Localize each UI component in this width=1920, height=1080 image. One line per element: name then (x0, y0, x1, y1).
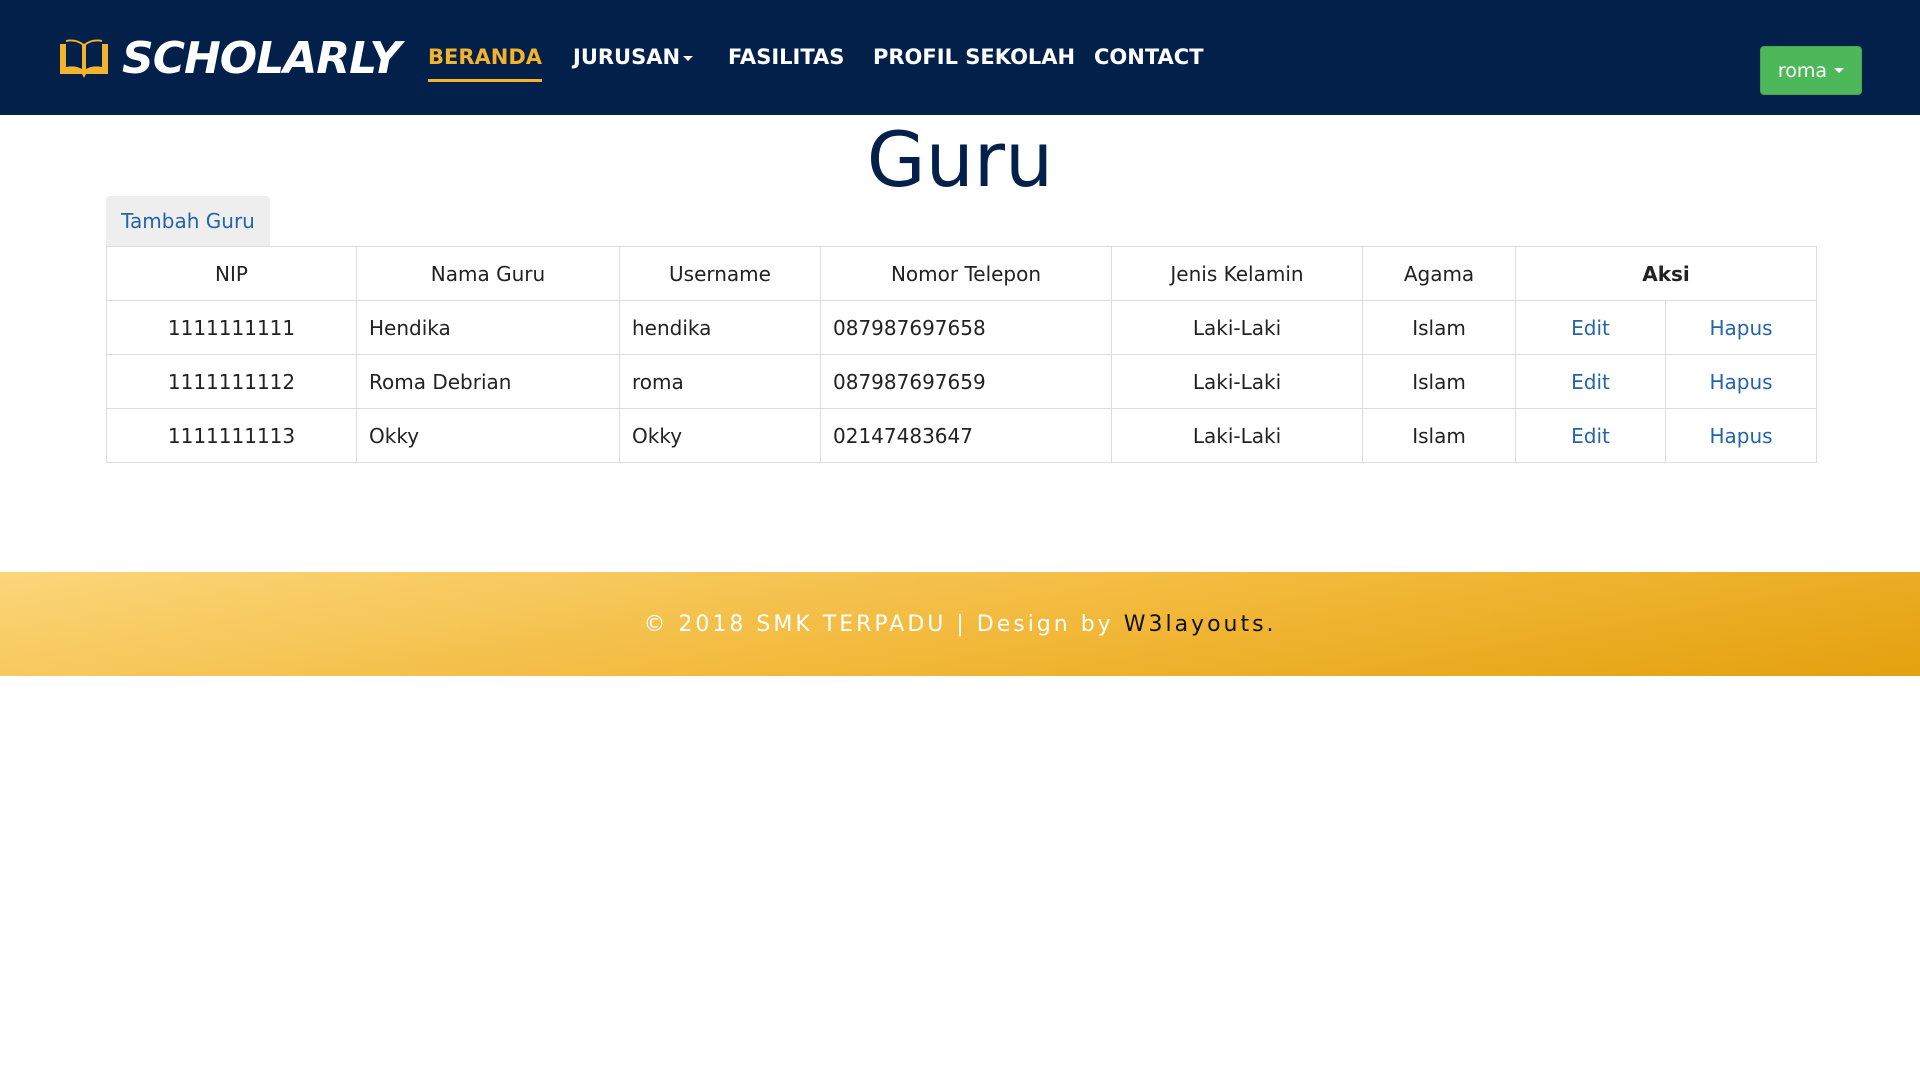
cell-jenis-kelamin: Laki-Laki (1111, 408, 1363, 463)
header-nama-guru: Nama Guru (356, 246, 620, 301)
header-nomor-telepon: Nomor Telepon (820, 246, 1112, 301)
cell-username: Okky (619, 408, 821, 463)
top-navbar: SCHOLARLY BERANDA JURUSAN FASILITAS PROF… (0, 0, 1920, 115)
nav-fasilitas-label: FASILITAS (728, 45, 845, 69)
table-header-row: NIP Nama Guru Username Nomor Telepon Jen… (106, 246, 1818, 301)
table-row: 1111111113 Okky Okky 02147483647 Laki-La… (106, 408, 1818, 463)
edit-link[interactable]: Edit (1571, 316, 1610, 340)
user-menu-button[interactable]: roma (1760, 46, 1862, 95)
cell-username: roma (619, 354, 821, 409)
nav-jurusan-label: JURUSAN (573, 45, 681, 69)
cell-username: hendika (619, 300, 821, 355)
table-row: 1111111112 Roma Debrian roma 08798769765… (106, 354, 1818, 409)
page-title: Guru (866, 115, 1054, 204)
brand-name: SCHOLARLY (122, 33, 401, 84)
open-book-icon (60, 39, 108, 78)
cell-jenis-kelamin: Laki-Laki (1111, 354, 1363, 409)
table-row: 1111111111 Hendika hendika 087987697658 … (106, 300, 1818, 355)
cell-agama: Islam (1362, 408, 1516, 463)
header-jenis-kelamin: Jenis Kelamin (1111, 246, 1363, 301)
brand-logo[interactable]: SCHOLARLY (56, 33, 401, 84)
nav-contact[interactable]: CONTACT (1094, 42, 1204, 72)
cell-nama: Hendika (356, 300, 620, 355)
cell-nip: 1111111112 (106, 354, 357, 409)
chevron-down-icon (683, 55, 694, 61)
cell-nama: Okky (356, 408, 620, 463)
edit-link[interactable]: Edit (1571, 424, 1610, 448)
nav-beranda[interactable]: BERANDA (428, 42, 543, 82)
cell-agama: Islam (1362, 354, 1516, 409)
delete-link[interactable]: Hapus (1709, 316, 1772, 340)
cell-edit: Edit (1515, 300, 1666, 355)
delete-link[interactable]: Hapus (1709, 424, 1772, 448)
cell-jenis-kelamin: Laki-Laki (1111, 300, 1363, 355)
cell-hapus: Hapus (1664, 354, 1818, 409)
nav-profil-sekolah[interactable]: PROFIL SEKOLAH (873, 42, 1075, 72)
header-username: Username (619, 246, 821, 301)
cell-edit: Edit (1515, 408, 1666, 463)
nav-fasilitas[interactable]: FASILITAS (728, 42, 844, 72)
header-aksi: Aksi (1514, 246, 1818, 301)
nav-contact-label: CONTACT (1094, 45, 1204, 69)
nav-profil-label: PROFIL SEKOLAH (873, 45, 1076, 69)
cell-hapus: Hapus (1664, 300, 1818, 355)
teacher-table: NIP Nama Guru Username Nomor Telepon Jen… (106, 246, 1818, 463)
cell-telepon: 087987697658 (820, 300, 1112, 355)
site-footer: © 2018 SMK TERPADU | Design by W3layouts… (0, 572, 1920, 676)
cell-agama: Islam (1362, 300, 1516, 355)
footer-copyright: © 2018 SMK TERPADU | Design by (643, 611, 1114, 637)
active-underline (428, 79, 543, 82)
user-name: roma (1777, 59, 1828, 82)
edit-link[interactable]: Edit (1571, 370, 1610, 394)
cell-nama: Roma Debrian (356, 354, 620, 409)
cell-telepon: 087987697659 (820, 354, 1112, 409)
cell-nip: 1111111111 (106, 300, 357, 355)
cell-nip: 1111111113 (106, 408, 357, 463)
cell-telepon: 02147483647 (820, 408, 1112, 463)
delete-link[interactable]: Hapus (1709, 370, 1772, 394)
nav-beranda-label: BERANDA (428, 45, 543, 69)
nav-jurusan-dropdown[interactable]: JURUSAN (573, 42, 694, 72)
caret-down-icon (1834, 68, 1845, 73)
cell-hapus: Hapus (1664, 408, 1818, 463)
cell-edit: Edit (1515, 354, 1666, 409)
header-agama: Agama (1362, 246, 1516, 301)
header-nip: NIP (106, 246, 357, 301)
add-teacher-button[interactable]: Tambah Guru (106, 196, 270, 246)
footer-credit-link[interactable]: W3layouts. (1124, 612, 1277, 637)
